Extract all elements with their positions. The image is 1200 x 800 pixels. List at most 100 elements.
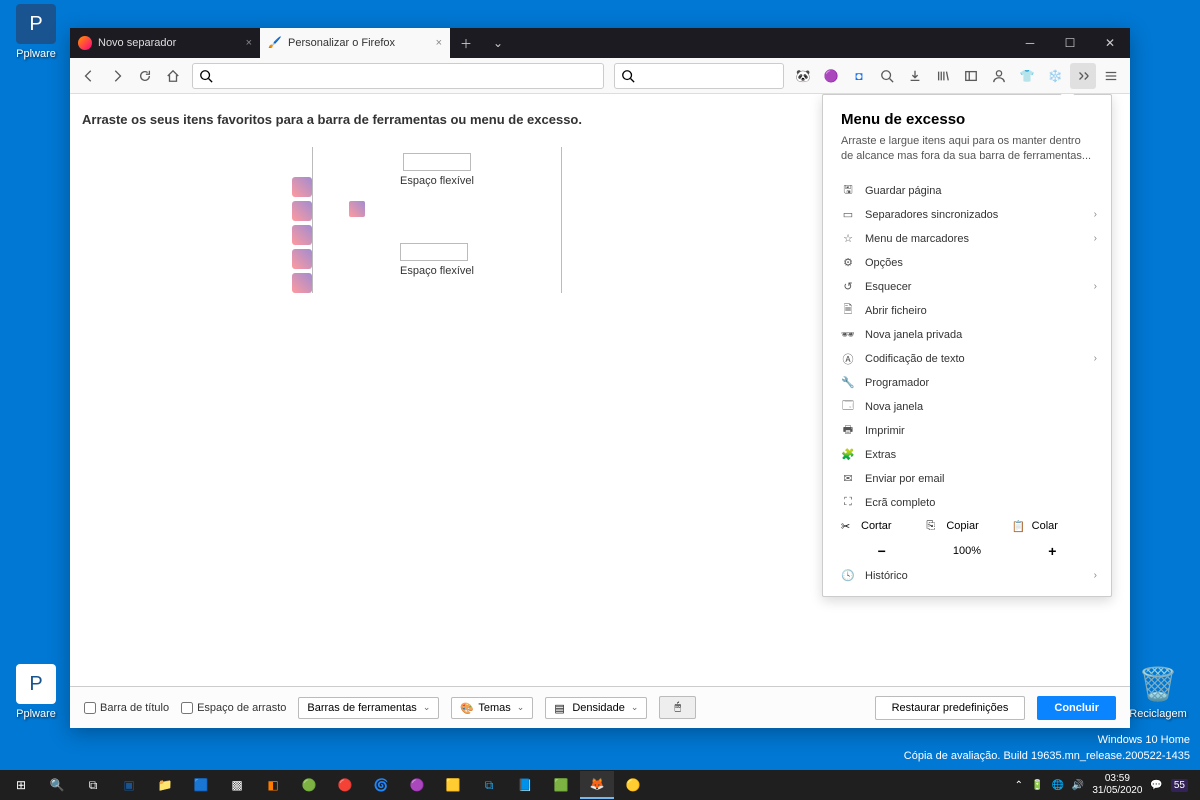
menu-item-history[interactable]: 🕓Histórico› <box>823 564 1111 588</box>
menu-item-email[interactable]: ✉Enviar por email <box>823 467 1111 491</box>
draggable-item-icon[interactable] <box>292 201 312 221</box>
opera-icon[interactable]: 🔴 <box>328 771 362 799</box>
menu-item-developer[interactable]: 🔧Programador <box>823 371 1111 395</box>
zoom-in-button[interactable]: + <box>1012 543 1093 559</box>
toolbars-dropdown[interactable]: Barras de ferramentas⌄ <box>298 697 439 719</box>
taskbar-app-icon[interactable]: 🟨 <box>436 771 470 799</box>
terminal-icon[interactable]: ▩ <box>220 771 254 799</box>
url-bar[interactable] <box>192 63 604 89</box>
close-icon[interactable]: × <box>246 37 252 49</box>
start-button[interactable]: ⊞ <box>4 771 38 799</box>
notification-count[interactable]: 55 <box>1171 779 1188 792</box>
taskbar-app-icon[interactable]: 🟣 <box>400 771 434 799</box>
draggable-item-icon[interactable] <box>292 177 312 197</box>
desktop-icon-pplware[interactable]: P Pplware <box>6 4 66 60</box>
explorer-icon[interactable]: 📁 <box>148 771 182 799</box>
draggable-item-icon[interactable] <box>292 273 312 293</box>
battery-icon[interactable]: 🔋 <box>1031 780 1043 791</box>
reload-button[interactable] <box>132 63 158 89</box>
vscode-icon[interactable]: ⧉ <box>472 771 506 799</box>
close-icon[interactable]: × <box>436 37 442 49</box>
zoom-out-button[interactable]: − <box>841 543 922 559</box>
menu-item-fullscreen[interactable]: ⛶Ecrã completo <box>823 491 1111 515</box>
sidebar-icon[interactable] <box>958 63 984 89</box>
menu-item-encoding[interactable]: ⒶCodificação de texto› <box>823 347 1111 371</box>
clock[interactable]: 03:59 31/05/2020 <box>1092 773 1142 797</box>
menu-item-open-file[interactable]: 🗎Abrir ficheiro <box>823 299 1111 323</box>
library-icon[interactable] <box>930 63 956 89</box>
task-view-button[interactable]: ⧉ <box>76 771 110 799</box>
draggable-item-icon[interactable] <box>292 225 312 245</box>
maximize-button[interactable]: ☐ <box>1050 28 1090 58</box>
history-icon: ↺ <box>841 280 855 294</box>
downloads-icon[interactable] <box>902 63 928 89</box>
menu-item-save-page[interactable]: 🖫Guardar página <box>823 179 1111 203</box>
flexible-space-item[interactable] <box>403 153 471 171</box>
minimize-button[interactable]: ─ <box>1010 28 1050 58</box>
flexible-space-column: Espaço flexível Espaço flexível <box>312 147 562 293</box>
home-button[interactable] <box>160 63 186 89</box>
ext-2-icon[interactable]: 🟣 <box>818 63 844 89</box>
tray-up-icon[interactable]: ⌃ <box>1015 780 1023 791</box>
ext-3-icon[interactable]: ◘ <box>846 63 872 89</box>
system-tray[interactable]: ⌃ 🔋 🌐 🔊 03:59 31/05/2020 💬 55 <box>1015 773 1196 797</box>
done-button[interactable]: Concluir <box>1037 696 1116 720</box>
search-button[interactable]: 🔍 <box>40 771 74 799</box>
network-icon[interactable]: 🌐 <box>1051 780 1063 791</box>
menu-item-options[interactable]: ⚙Opções <box>823 251 1111 275</box>
touch-button[interactable]: 🖱 <box>659 696 696 719</box>
taskbar-app-icon[interactable]: ▣ <box>112 771 146 799</box>
menu-item-bookmarks[interactable]: ☆Menu de marcadores› <box>823 227 1111 251</box>
themes-dropdown[interactable]: 🎨Temas⌄ <box>451 697 533 719</box>
close-window-button[interactable]: ✕ <box>1090 28 1130 58</box>
forward-button[interactable] <box>104 63 130 89</box>
chevron-right-icon: › <box>1094 281 1097 292</box>
density-dropdown[interactable]: ▤Densidade⌄ <box>545 697 647 719</box>
new-tab-button[interactable]: ＋ <box>450 28 482 58</box>
drag-space-checkbox[interactable]: Espaço de arrasto <box>181 702 286 714</box>
ext-4-icon[interactable]: 👕 <box>1014 63 1040 89</box>
flexible-space-label: Espaço flexível <box>400 265 474 277</box>
edge-icon[interactable]: 🌀 <box>364 771 398 799</box>
copy-button[interactable]: ⎘Copiar <box>926 520 1007 533</box>
volume-icon[interactable]: 🔊 <box>1072 780 1084 791</box>
menu-item-print[interactable]: 🖶Imprimir <box>823 419 1111 443</box>
back-button[interactable] <box>76 63 102 89</box>
restore-defaults-button[interactable]: Restaurar predefinições <box>875 696 1026 720</box>
hamburger-icon[interactable] <box>1098 63 1124 89</box>
desktop-icon-recycle[interactable]: 🗑️ Reciclagem <box>1128 664 1188 720</box>
chrome-canary-icon[interactable]: 🟡 <box>616 771 650 799</box>
notifications-icon[interactable]: 💬 <box>1150 780 1162 791</box>
title-bar-checkbox[interactable]: Barra de título <box>84 702 169 714</box>
overflow-icon[interactable] <box>1070 63 1096 89</box>
menu-item-private-window[interactable]: 🕶Nova janela privada <box>823 323 1111 347</box>
tab-customize[interactable]: 🖌️ Personalizar o Firefox × <box>260 28 450 58</box>
menu-item-new-window[interactable]: 🗔Nova janela <box>823 395 1111 419</box>
save-icon: 🖫 <box>841 184 855 198</box>
search-bar[interactable] <box>614 63 784 89</box>
flexible-space-item[interactable] <box>400 243 468 261</box>
menu-item-addons[interactable]: 🧩Extras <box>823 443 1111 467</box>
taskbar-app-icon[interactable]: 📘 <box>508 771 542 799</box>
desktop-icon-pplware-2[interactable]: P Pplware <box>6 664 66 720</box>
tab-new[interactable]: Novo separador × <box>70 28 260 58</box>
firefox-taskbar-icon[interactable]: 🦊 <box>580 771 614 799</box>
search-icon[interactable] <box>874 63 900 89</box>
taskbar-app-icon[interactable]: ◧ <box>256 771 290 799</box>
tabs-dropdown[interactable]: ⌄ <box>482 28 514 58</box>
tabs-icon: ▭ <box>841 208 855 222</box>
ext-1-icon[interactable]: 🐼 <box>790 63 816 89</box>
menu-item-forget[interactable]: ↺Esquecer› <box>823 275 1111 299</box>
chrome-icon[interactable]: 🟢 <box>292 771 326 799</box>
taskbar-app-icon[interactable]: 🟦 <box>184 771 218 799</box>
gear-icon: ⚙ <box>841 256 855 270</box>
menu-item-synced-tabs[interactable]: ▭Separadores sincronizados› <box>823 203 1111 227</box>
draggable-item-icon[interactable] <box>292 249 312 269</box>
paste-button[interactable]: 📋Colar <box>1012 520 1093 533</box>
cut-button[interactable]: ✂Cortar <box>841 520 922 533</box>
account-icon[interactable] <box>986 63 1012 89</box>
ext-5-icon[interactable]: ❄️ <box>1042 63 1068 89</box>
items-stack <box>82 147 312 293</box>
taskbar-app-icon[interactable]: 🟩 <box>544 771 578 799</box>
draggable-item-icon[interactable] <box>349 201 365 217</box>
